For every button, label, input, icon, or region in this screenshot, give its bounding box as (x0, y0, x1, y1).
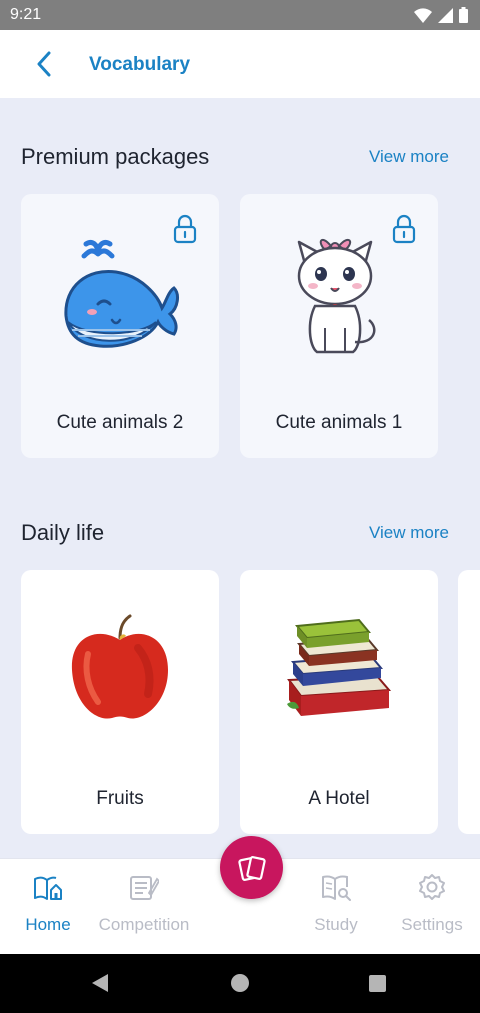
package-card-cute-animals-2[interactable]: Cute animals 2 (21, 194, 219, 458)
package-card-partial[interactable] (458, 570, 480, 834)
study-icon (322, 875, 351, 901)
package-card-label: A Hotel (308, 788, 370, 809)
books-image (287, 618, 392, 716)
nav-item-settings[interactable]: Settings (384, 859, 480, 955)
system-recents-icon[interactable] (369, 975, 386, 992)
chevron-left-icon (37, 51, 51, 77)
section-title-premium: Premium packages (21, 144, 210, 169)
content-area[interactable]: Premium packages View more Cute animals … (0, 98, 480, 858)
status-icons (414, 7, 468, 23)
home-icon (34, 876, 62, 900)
view-more-premium-link[interactable]: View more (369, 147, 449, 167)
lock-icon (392, 214, 416, 244)
settings-icon (419, 874, 445, 900)
status-time: 9:21 (10, 6, 42, 23)
package-card-label: Cute animals 1 (275, 412, 403, 433)
nav-label: Study (314, 915, 358, 934)
system-back-icon[interactable] (91, 973, 109, 993)
nav-item-competition[interactable]: Competition (96, 859, 192, 955)
nav-item-study[interactable]: Study (288, 859, 384, 955)
view-more-daily-life-link[interactable]: View more (369, 523, 449, 543)
app-bar: Vocabulary (0, 30, 480, 98)
system-nav-bar (0, 954, 480, 1013)
package-card-cute-animals-1[interactable]: Cute animals 1 (240, 194, 438, 458)
package-card-label: Fruits (96, 788, 144, 809)
back-button[interactable] (28, 48, 60, 80)
package-card-label: Cute animals 2 (56, 412, 184, 433)
nav-label: Home (25, 915, 71, 934)
cards-icon (237, 855, 266, 881)
signal-icon (438, 7, 453, 23)
package-card-fruits[interactable]: Fruits (21, 570, 219, 834)
wifi-icon (414, 7, 432, 23)
package-card-a-hotel[interactable]: A Hotel (240, 570, 438, 834)
nav-item-home[interactable]: Home (0, 859, 96, 955)
nav-label: Competition (98, 915, 190, 934)
cat-image (297, 238, 376, 354)
status-bar: 9:21 (0, 0, 480, 30)
whale-image (64, 239, 179, 348)
system-home-icon[interactable] (231, 974, 249, 992)
apple-image (71, 614, 168, 719)
battery-icon (459, 7, 468, 23)
section-title-daily-life: Daily life (21, 520, 105, 545)
flashcards-fab-button[interactable] (220, 836, 283, 899)
page-title: Vocabulary (89, 54, 191, 75)
competition-icon (130, 876, 159, 900)
nav-label: Settings (401, 915, 463, 934)
